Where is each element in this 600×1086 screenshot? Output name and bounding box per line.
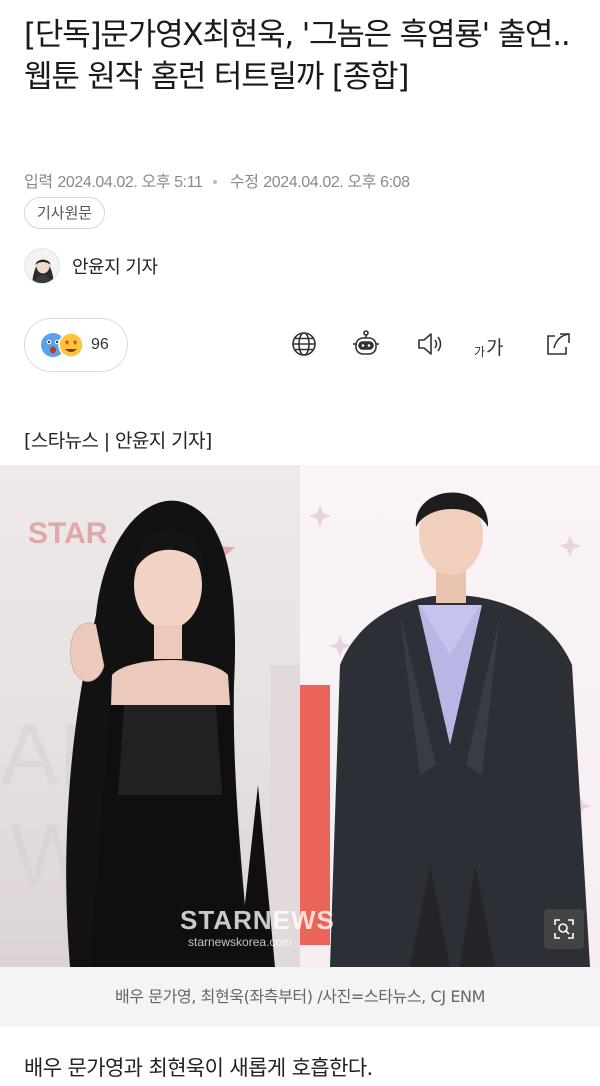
robot-summary-icon xyxy=(353,330,379,355)
font-size-small-label: 가 xyxy=(474,345,486,359)
image-zoom-button[interactable] xyxy=(544,909,584,949)
share-button[interactable] xyxy=(542,328,574,360)
author-avatar-image xyxy=(25,249,59,283)
original-article-button[interactable]: 기사원문 xyxy=(24,197,106,229)
translate-button[interactable] xyxy=(288,328,320,360)
article-meta: 입력 2024.04.02. 오후 5:11 수정 2024.04.02. 오후… xyxy=(24,168,410,192)
published-time: 2024.04.02. 오후 5:11 xyxy=(57,174,203,191)
article-body-first-line: 배우 문가영과 최현욱이 새롭게 호흡한다. xyxy=(24,1056,373,1080)
author-row[interactable]: 안윤지 기자 xyxy=(24,248,158,284)
author-avatar[interactable] xyxy=(24,248,60,284)
photo-right-actor xyxy=(300,465,600,967)
source-line: [스타뉴스 | 안윤지 기자] xyxy=(24,430,212,452)
font-size-button[interactable]: 가 가 xyxy=(474,330,504,360)
photo-watermark-url: starnewskorea.com xyxy=(188,935,293,949)
photo-left-actress: STAR ART WDS xyxy=(0,465,300,967)
zoom-icon xyxy=(554,919,574,939)
modified-time: 2024.04.02. 오후 6:08 xyxy=(263,174,410,191)
reaction-faces xyxy=(39,331,87,359)
actor-illustration xyxy=(300,492,591,967)
published-label: 입력 xyxy=(24,172,53,191)
share-icon xyxy=(547,333,570,355)
summary-button[interactable] xyxy=(350,328,382,360)
modified-label: 수정 xyxy=(229,172,259,191)
reaction-count: 96 xyxy=(91,336,109,353)
photo-watermark: STARNEWS xyxy=(180,905,335,935)
image-caption: 배우 문가영, 최현욱(좌측부터) /사진=스타뉴스, CJ ENM xyxy=(0,967,600,1027)
backdrop-logo-text: STAR xyxy=(28,517,108,550)
article-photo[interactable]: STAR ART WDS xyxy=(0,465,600,967)
font-size-large-label: 가 xyxy=(486,337,504,359)
meta-separator xyxy=(213,180,218,184)
article-title: [단독]문가영X최현욱, '그놈은 흑염룡' 출연..웹툰 원작 홈런 터트릴까… xyxy=(24,17,571,95)
reaction-button[interactable]: 96 xyxy=(24,318,128,372)
actress-illustration: STAR ART WDS xyxy=(0,500,300,967)
read-aloud-button[interactable] xyxy=(414,328,446,360)
author-name[interactable]: 안윤지 기자 xyxy=(72,253,158,279)
surprised-emoji-icon xyxy=(41,332,84,358)
globe-icon xyxy=(292,332,316,356)
speaker-icon xyxy=(418,333,442,355)
